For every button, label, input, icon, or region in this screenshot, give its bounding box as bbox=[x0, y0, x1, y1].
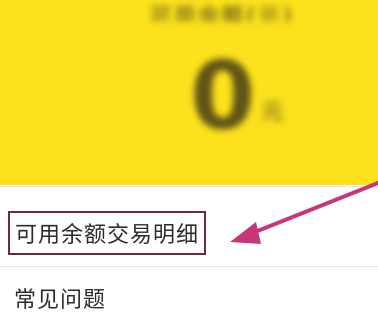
menu-divider bbox=[0, 266, 378, 267]
balance-display: 0 元 bbox=[190, 48, 283, 144]
balance-unit: 元 bbox=[261, 100, 284, 125]
menu-item-faq[interactable]: 常见问题 bbox=[14, 282, 106, 314]
balance-header: 可用余额(元) 0 元 bbox=[0, 0, 378, 185]
menu-item-label: 可用余额交易明细 bbox=[15, 223, 200, 248]
balance-amount: 0 bbox=[190, 42, 256, 151]
balance-caption: 可用余额(元) bbox=[150, 4, 296, 22]
section-divider bbox=[0, 186, 378, 187]
menu-item-balance-transactions[interactable]: 可用余额交易明细 bbox=[8, 211, 207, 255]
